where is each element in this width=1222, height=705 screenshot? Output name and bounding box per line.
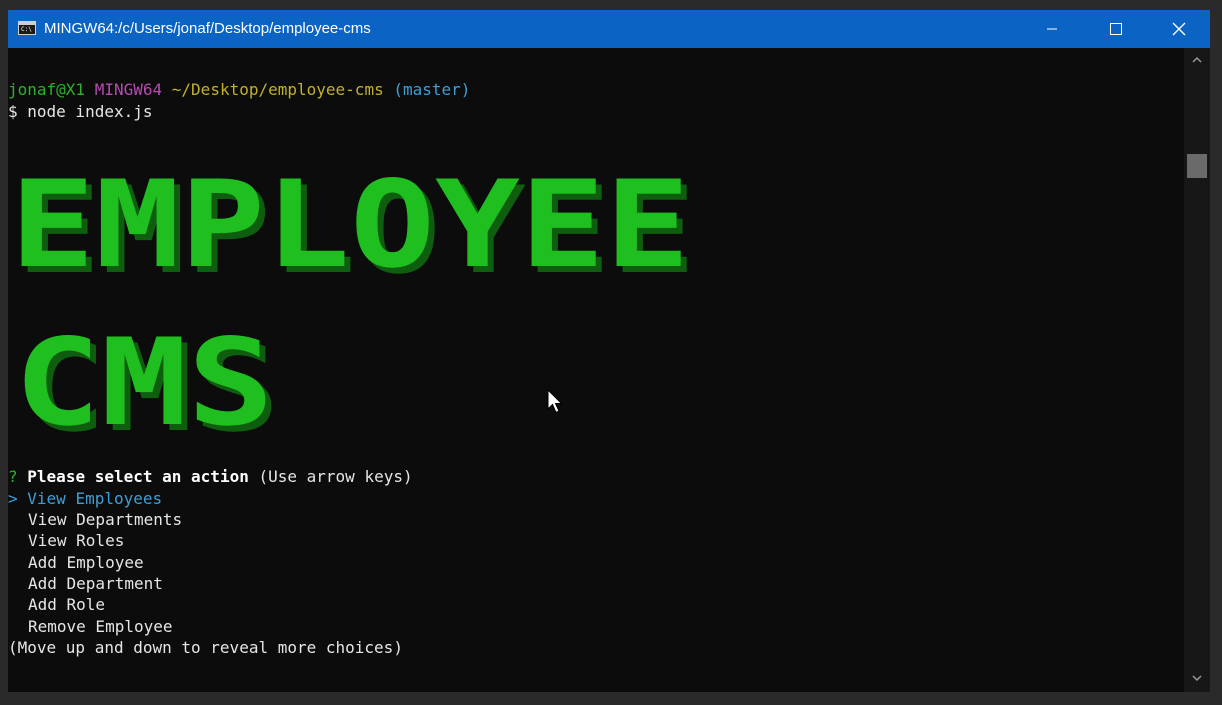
banner-line2: CMS: [14, 314, 274, 453]
terminal-output[interactable]: jonaf@X1 MINGW64 ~/Desktop/employee-cms …: [8, 48, 1184, 692]
prompt-branch: (master): [393, 80, 471, 99]
menu-question-line: ? Please select an action (Use arrow key…: [8, 466, 413, 487]
chevron-up-icon: [1192, 56, 1202, 63]
menu-option-view-employees[interactable]: > View Employees: [8, 488, 162, 509]
title-bar[interactable]: C:\ MINGW64:/c/Users/jonaf/Desktop/emplo…: [8, 10, 1210, 48]
menu-option-add-employee[interactable]: Add Employee: [28, 552, 144, 573]
menu-question: Please select an action: [27, 467, 249, 486]
terminal-window: C:\ MINGW64:/c/Users/jonaf/Desktop/emplo…: [8, 10, 1210, 692]
prompt-shell: MINGW64: [94, 80, 163, 99]
scrollbar-thumb[interactable]: [1187, 154, 1207, 178]
minimize-icon: [1047, 28, 1057, 30]
command-line: $ node index.js: [8, 102, 153, 121]
maximize-icon: [1110, 23, 1122, 35]
banner-line1: EMPLOYEE: [10, 156, 690, 295]
prompt-path: ~/Desktop/employee-cms: [171, 80, 384, 99]
maximize-button[interactable]: [1085, 10, 1147, 48]
menu-hint: (Use arrow keys): [258, 467, 413, 486]
menu-option-label: View Employees: [27, 489, 163, 508]
menu-option-add-department[interactable]: Add Department: [28, 573, 163, 594]
app-icon-label: C:\: [21, 26, 32, 33]
menu-option-view-roles[interactable]: View Roles: [28, 530, 124, 551]
chevron-down-icon: [1192, 675, 1202, 682]
terminal-app-icon[interactable]: C:\: [18, 21, 36, 35]
close-icon: [1172, 22, 1186, 36]
menu-footer: (Move up and down to reveal more choices…: [8, 638, 403, 657]
prompt-line: jonaf@X1 MINGW64 ~/Desktop/employee-cms …: [8, 79, 470, 100]
menu-option-view-departments[interactable]: View Departments: [28, 509, 182, 530]
mouse-pointer-icon: [547, 389, 563, 414]
minimize-button[interactable]: [1021, 10, 1083, 48]
scroll-up-button[interactable]: [1184, 56, 1210, 64]
banner-face: EMPLOYEE CMS: [10, 156, 690, 453]
close-button[interactable]: [1148, 10, 1210, 48]
menu-option-add-role[interactable]: Add Role: [28, 594, 105, 615]
prompt-user-host: jonaf@X1: [8, 80, 86, 99]
vertical-scrollbar[interactable]: [1184, 48, 1210, 692]
scroll-down-button[interactable]: [1184, 674, 1210, 682]
ascii-banner: EMPLOYEE CMS EMPLOYEE CMS: [10, 156, 696, 459]
window-title: MINGW64:/c/Users/jonaf/Desktop/employee-…: [44, 20, 371, 37]
question-mark: ?: [8, 467, 18, 486]
menu-pointer: >: [8, 489, 18, 508]
menu-option-remove-employee[interactable]: Remove Employee: [28, 616, 173, 637]
